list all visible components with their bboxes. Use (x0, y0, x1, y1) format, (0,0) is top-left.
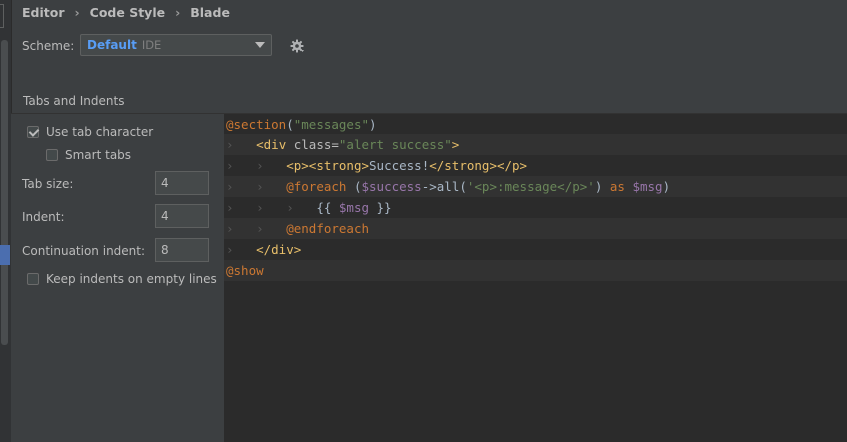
indent-guide: › (226, 242, 257, 257)
code-line: › <div class="alert success"> (224, 134, 847, 155)
breadcrumb: Editor › Code Style › Blade (22, 3, 230, 21)
scheme-sub: IDE (141, 38, 162, 52)
code-line: › › › {{ $msg }} (224, 197, 847, 218)
chevron-down-icon (255, 42, 265, 48)
continuation-indent-input[interactable]: 8 (155, 238, 209, 262)
options-panel: Use tab character Smart tabs Tab size: 4… (11, 114, 223, 442)
continuation-indent-label: Continuation indent: (22, 244, 146, 258)
use-tab-checkbox[interactable] (27, 126, 39, 138)
code-preview[interactable]: @section("messages") › <div class="alert… (224, 114, 847, 442)
token: $success (361, 179, 422, 194)
token: "alert success" (338, 137, 452, 152)
token: > (451, 137, 460, 152)
token: class= (286, 137, 339, 152)
code-line: › › @endforeach (224, 218, 847, 239)
code-line: › › <p><strong>Success!</strong></p> (224, 155, 847, 176)
breadcrumb-blade: Blade (190, 4, 230, 20)
indent-guide: › › (226, 158, 287, 173)
token: </strong></p> (429, 158, 528, 173)
token: @endforeach (286, 221, 370, 236)
indent-guide: › (226, 137, 257, 152)
token: < (256, 137, 264, 152)
indent-guide: › › (226, 221, 287, 236)
keep-indents-checkbox[interactable] (27, 273, 39, 285)
tab-tabs-and-indents[interactable]: Tabs and Indents (23, 94, 124, 108)
code-line: › › @foreach ($success->all('<p>:message… (224, 176, 847, 197)
breadcrumb-editor[interactable]: Editor (22, 5, 65, 20)
token: ) (662, 179, 671, 194)
token: "messages" (293, 117, 370, 132)
tab-size-input[interactable]: 4 (155, 171, 209, 195)
token: ) (594, 179, 610, 194)
token: @show (226, 263, 264, 278)
tab-strip: Tabs and Indents (11, 88, 847, 114)
token: ( (286, 117, 294, 132)
gear-icon[interactable] (289, 38, 305, 54)
chevron-right-icon: › (74, 4, 80, 20)
use-tab-row[interactable]: Use tab character (27, 125, 153, 139)
scheme-value: Default (87, 38, 137, 52)
token: @section (226, 117, 287, 132)
search-box-edge[interactable] (0, 4, 4, 28)
breadcrumb-code-style[interactable]: Code Style (90, 5, 165, 20)
token: }} (369, 200, 392, 215)
token: </div> (256, 242, 302, 257)
token: <p><strong> (286, 158, 370, 173)
tree-selected-item[interactable] (0, 245, 10, 265)
token: $msg (338, 200, 369, 215)
use-tab-label: Use tab character (46, 125, 154, 139)
smart-tabs-checkbox[interactable] (46, 149, 58, 161)
token: div (263, 137, 287, 152)
indent-input[interactable]: 4 (155, 204, 209, 228)
tab-size-label: Tab size: (22, 177, 74, 191)
token: @foreach (286, 179, 347, 194)
keep-indents-row[interactable]: Keep indents on empty lines (27, 272, 217, 286)
indent-guide: › › › (226, 200, 317, 215)
chevron-right-icon: › (175, 4, 181, 20)
token: ) (369, 117, 377, 132)
smart-tabs-label: Smart tabs (65, 148, 132, 162)
token: $msg (632, 179, 663, 194)
token: ->all( (421, 179, 467, 194)
token: {{ (316, 200, 339, 215)
token: '<p>:message</p>' (466, 179, 595, 194)
code-line: @show (224, 260, 847, 281)
token: Success! (369, 158, 430, 173)
indent-label: Indent: (22, 210, 65, 224)
scheme-dropdown[interactable]: Default IDE (80, 34, 272, 56)
smart-tabs-row[interactable]: Smart tabs (46, 148, 131, 162)
token: ( (346, 179, 362, 194)
scheme-label: Scheme: (22, 39, 75, 53)
keep-indents-label: Keep indents on empty lines (46, 272, 217, 286)
code-line: › </div> (224, 239, 847, 260)
indent-guide: › › (226, 179, 287, 194)
tree-scrollbar[interactable] (1, 40, 8, 345)
code-line: @section("messages") (224, 114, 847, 135)
token: as (609, 179, 625, 194)
